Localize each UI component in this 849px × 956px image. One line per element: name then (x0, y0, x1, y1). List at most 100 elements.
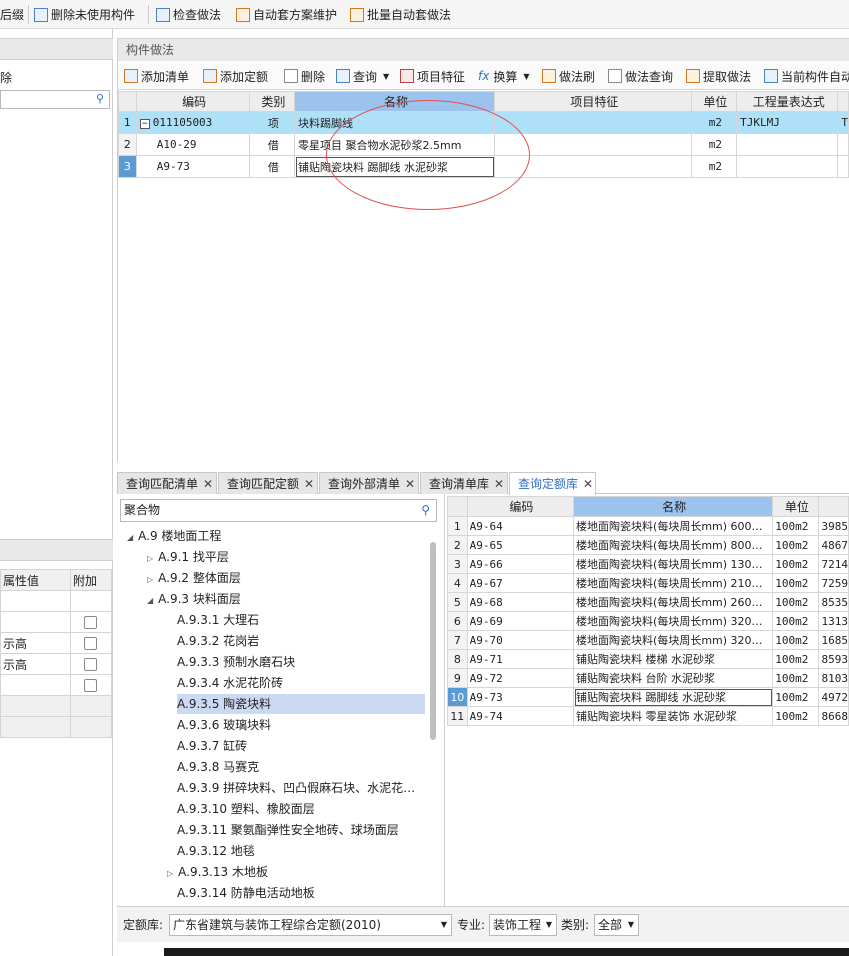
delete-unused-button[interactable]: 删除未使用构件 (34, 0, 135, 29)
close-icon[interactable]: ✕ (203, 477, 213, 491)
row-price[interactable]: 8668 (818, 706, 849, 726)
table-row[interactable]: 2 A9-65 楼地面陶瓷块料(每块周长mm) 800… 100m2 4867 (447, 535, 849, 555)
table-row[interactable]: 1 A9-64 楼地面陶瓷块料(每块周长mm) 600… 100m2 3985 (447, 516, 849, 536)
extract-method-button[interactable]: 提取做法 (686, 62, 751, 90)
row-price[interactable]: 1313 (818, 611, 849, 631)
row-code[interactable]: A9-74 (466, 706, 575, 726)
col-code[interactable]: 编码 (466, 496, 575, 517)
table-row[interactable]: 9 A9-72 铺贴陶瓷块料 台阶 水泥砂浆 100m2 8103 (447, 668, 849, 688)
tree-node[interactable]: ▷ A.9.3.13 木地板 (167, 862, 268, 882)
tree-node[interactable]: A.9.3.11 聚氨酯弹性安全地砖、球场面层 (177, 820, 399, 840)
extra-checkbox[interactable] (84, 616, 97, 629)
check-method-button[interactable]: 检查做法 (156, 0, 221, 29)
row-unit[interactable]: 100m2 (772, 687, 820, 707)
row-unit[interactable]: m2 (690, 133, 738, 156)
tree-node[interactable]: A.9.3.14 防静电活动地板 (177, 883, 315, 903)
row-price[interactable]: 1685 (818, 630, 849, 650)
tree-scrollbar[interactable] (430, 542, 436, 740)
row-name[interactable]: 铺贴陶瓷块料 踢脚线 水泥砂浆 (573, 687, 774, 707)
prop-value[interactable] (0, 611, 71, 633)
quota-search-input[interactable]: 聚合物 ⚲ (120, 499, 437, 522)
row-name[interactable]: 楼地面陶瓷块料(每块周长mm) 320… (573, 630, 774, 650)
row-name[interactable]: 楼地面陶瓷块料(每块周长mm) 600… (573, 516, 774, 536)
row-unit[interactable]: m2 (690, 111, 738, 134)
expand-arrow-icon[interactable]: ▷ (167, 869, 173, 878)
expand-arrow-icon[interactable]: ▷ (147, 575, 153, 584)
row-unit[interactable]: 100m2 (772, 516, 820, 536)
row-code[interactable]: A9-68 (466, 592, 575, 612)
row-feature[interactable] (494, 111, 692, 134)
row-unit[interactable]: 100m2 (772, 668, 820, 688)
tab-list-library[interactable]: 查询清单库 ✕ (420, 472, 508, 494)
tree-node[interactable]: ◢ A.9.3 块料面层 (147, 589, 241, 609)
table-row[interactable]: 3 A9-66 楼地面陶瓷块料(每块周长mm) 130… 100m2 7214 (447, 554, 849, 574)
row-code[interactable]: A9-73 (466, 687, 575, 707)
method-brush-button[interactable]: 做法刷 (542, 62, 595, 90)
row-type[interactable]: 项 (248, 111, 296, 134)
col-name[interactable]: 名称 (573, 496, 774, 517)
table-row[interactable]: 10 A9-73 铺贴陶瓷块料 踢脚线 水泥砂浆 100m2 4972 (447, 687, 849, 707)
row-expr[interactable]: TJKLMJ (736, 111, 839, 134)
row-code[interactable]: A10-29 (135, 133, 250, 156)
row-unit[interactable]: 100m2 (772, 554, 820, 574)
col-expr[interactable]: 工程量表达式 (736, 91, 839, 112)
table-row[interactable]: 6 A9-69 楼地面陶瓷块料(每块周长mm) 320… 100m2 1313 (447, 611, 849, 631)
current-auto-button[interactable]: 当前构件自动 (764, 62, 849, 90)
tree-node[interactable]: A.9.3.7 缸砖 (177, 736, 247, 756)
tree-node[interactable]: A.9.3.8 马赛克 (177, 757, 259, 777)
tree-node[interactable]: A.9.3.10 塑料、橡胶面层 (177, 799, 315, 819)
row-name[interactable]: 楼地面陶瓷块料(每块周长mm) 130… (573, 554, 774, 574)
delete-button[interactable]: 删除 (284, 62, 325, 90)
col-unit[interactable]: 单位 (690, 91, 738, 112)
row-name[interactable]: 铺贴陶瓷块料 零星装饰 水泥砂浆 (573, 706, 774, 726)
col-unit[interactable]: 单位 (772, 496, 820, 517)
prop-value[interactable]: 示高 (0, 632, 71, 654)
row-price[interactable]: 8593 (818, 649, 849, 669)
extra-checkbox[interactable] (84, 679, 97, 692)
convert-button[interactable]: fx 换算 ▼ (478, 62, 530, 90)
row-name[interactable]: 楼地面陶瓷块料(每块周长mm) 210… (573, 573, 774, 593)
row-type[interactable]: 借 (248, 133, 296, 156)
row-name[interactable]: 铺贴陶瓷块料 楼梯 水泥砂浆 (573, 649, 774, 669)
tree-node[interactable]: A.9.3.3 预制水磨石块 (177, 652, 295, 672)
prop-value[interactable] (0, 674, 71, 696)
row-code[interactable]: A9-69 (466, 611, 575, 631)
tree-node[interactable]: ◢ A.9 楼地面工程 (127, 526, 221, 546)
category-select[interactable]: 全部 ▼ (594, 914, 639, 936)
method-query-button[interactable]: 做法查询 (608, 62, 673, 90)
row-code[interactable]: A9-71 (466, 649, 575, 669)
row-unit[interactable]: 100m2 (772, 592, 820, 612)
tab-match-quota[interactable]: 查询匹配定额 ✕ (218, 472, 318, 494)
prop-value[interactable]: 示高 (0, 653, 71, 675)
close-icon[interactable]: ✕ (304, 477, 314, 491)
major-select[interactable]: 装饰工程 ▼ (489, 914, 557, 936)
left-search-input[interactable]: ⚲ (0, 90, 110, 109)
row-code[interactable]: A9-64 (466, 516, 575, 536)
tree-node[interactable]: A.9.3.5 陶瓷块料 (177, 694, 425, 714)
row-price[interactable]: 4867 (818, 535, 849, 555)
row-code[interactable]: A9-73 (135, 155, 250, 178)
row-unit[interactable]: 100m2 (772, 630, 820, 650)
col-type[interactable]: 类别 (248, 91, 296, 112)
collapse-icon[interactable]: − (139, 119, 150, 129)
row-name[interactable]: 铺贴陶瓷块料 台阶 水泥砂浆 (573, 668, 774, 688)
item-feature-button[interactable]: 项目特征 (400, 62, 465, 90)
tab-external-list[interactable]: 查询外部清单 ✕ (319, 472, 419, 494)
search-icon[interactable]: ⚲ (96, 92, 104, 105)
row-name[interactable]: 楼地面陶瓷块料(每块周长mm) 800… (573, 535, 774, 555)
row-code[interactable]: A9-65 (466, 535, 575, 555)
row-unit[interactable]: m2 (690, 155, 738, 178)
row-unit[interactable]: 100m2 (772, 706, 820, 726)
tree-node[interactable]: A.9.3.12 地毯 (177, 841, 255, 861)
row-price[interactable]: 3985 (818, 516, 849, 536)
tree-node[interactable]: A.9.3.4 水泥花阶砖 (177, 673, 283, 693)
close-icon[interactable]: ✕ (494, 477, 504, 491)
tab-quota-library[interactable]: 查询定额库 ✕ (509, 472, 596, 495)
row-unit[interactable]: 100m2 (772, 649, 820, 669)
suffix-button[interactable]: 后缀 (0, 0, 24, 29)
add-list-button[interactable]: 添加清单 (124, 62, 189, 90)
row-unit[interactable]: 100m2 (772, 611, 820, 631)
table-row[interactable]: 4 A9-67 楼地面陶瓷块料(每块周长mm) 210… 100m2 7259 (447, 573, 849, 593)
collapse-arrow-icon[interactable]: ◢ (127, 533, 133, 542)
collapse-arrow-icon[interactable]: ◢ (147, 596, 153, 605)
